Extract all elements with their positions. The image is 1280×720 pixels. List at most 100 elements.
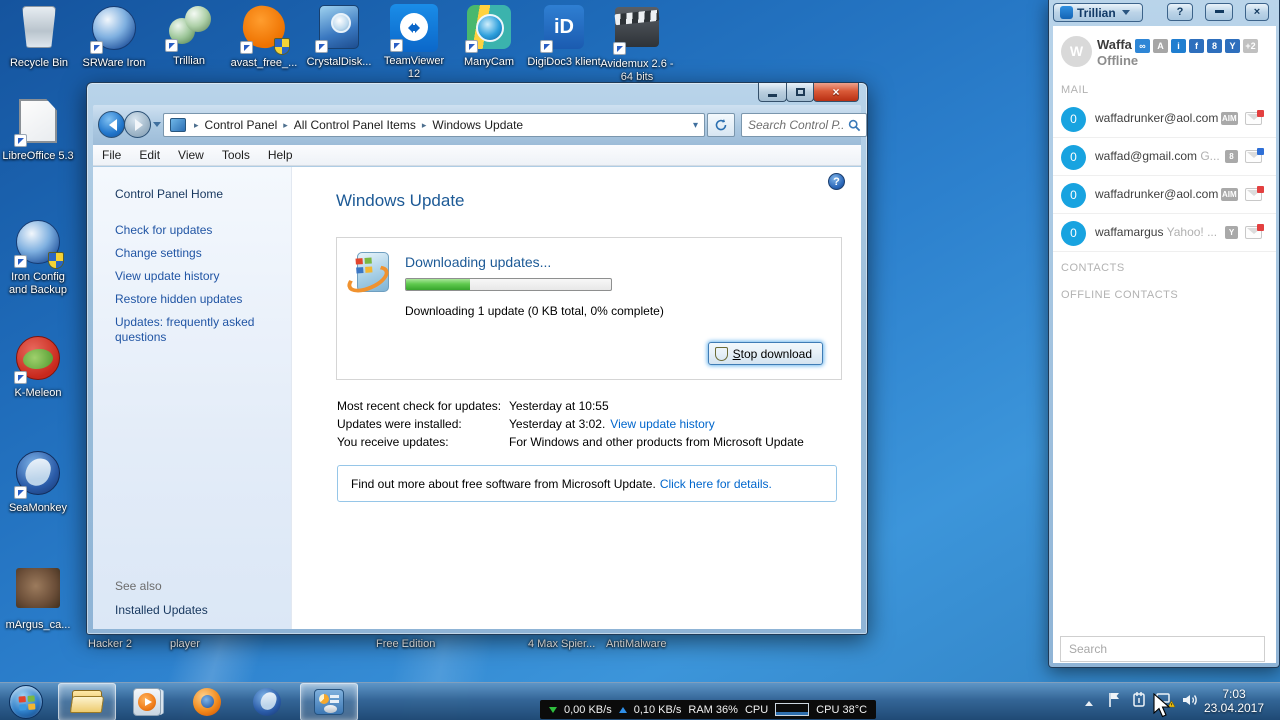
back-button[interactable] <box>98 111 125 138</box>
taskbar-seamonkey-button[interactable] <box>238 683 296 720</box>
trillian-menu-button[interactable]: Trillian <box>1053 3 1143 22</box>
astra-service-icon[interactable]: A <box>1153 39 1168 53</box>
mail-envelope-icon <box>1245 110 1264 125</box>
maximize-button[interactable] <box>786 83 814 102</box>
stop-download-button[interactable]: Stop download <box>707 342 823 365</box>
desktop-icon-teamviewer[interactable]: TeamViewer 12 <box>377 4 451 81</box>
avatar[interactable]: W <box>1061 36 1092 67</box>
sidebar-updates-faq[interactable]: Updates: frequently asked questions <box>115 315 283 345</box>
menu-help[interactable]: Help <box>259 148 302 162</box>
start-button[interactable] <box>9 685 43 719</box>
desktop-icon-margus[interactable]: mArgus_ca... <box>1 565 75 632</box>
forward-arrow-icon <box>135 119 149 131</box>
desktop-icon-srware-iron[interactable]: SRWare Iron <box>77 4 151 70</box>
mail-item[interactable]: 0 waffamargus Yahoo! ... Y <box>1053 214 1276 252</box>
taskbar-control-panel-button[interactable] <box>300 683 358 720</box>
sidebar-control-panel-home[interactable]: Control Panel Home <box>115 187 223 201</box>
shield-icon <box>48 252 64 269</box>
desktop-icon-libreoffice[interactable]: LibreOffice 5.3 <box>1 98 75 163</box>
desktop-icon-label[interactable]: Hacker 2 <box>88 638 132 650</box>
mail-item[interactable]: 0 waffadrunker@aol.com AIM <box>1053 100 1276 138</box>
power-plug-icon[interactable] <box>1130 690 1148 710</box>
address-dropdown-icon[interactable]: ▾ <box>693 120 700 131</box>
menu-file[interactable]: File <box>93 148 130 162</box>
status-heading: Downloading updates... <box>405 254 552 270</box>
trillian-search-input[interactable] <box>1067 638 1257 660</box>
breadcrumb-all-items[interactable]: All Control Panel Items <box>294 118 416 132</box>
windows-update-icon <box>343 250 395 298</box>
menu-edit[interactable]: Edit <box>130 148 169 162</box>
refresh-button[interactable] <box>707 113 735 137</box>
trillian-help-button[interactable]: ? <box>1167 3 1193 21</box>
desktop-icon-avast[interactable]: avast_free_... <box>227 3 301 70</box>
menu-view[interactable]: View <box>169 148 213 162</box>
yahoo-service-icon[interactable]: Y <box>1225 39 1240 53</box>
banner-details-link[interactable]: Click here for details. <box>660 477 772 491</box>
mail-item[interactable]: 0 waffad@gmail.com G... 8 <box>1053 138 1276 176</box>
search-input[interactable] <box>746 115 846 135</box>
more-services-badge[interactable]: +2 <box>1243 39 1258 53</box>
desktop-icon-label[interactable]: 4 Max Spier... <box>528 638 595 650</box>
breadcrumb-control-panel[interactable]: Control Panel <box>205 118 278 132</box>
desktop-icon-manycam[interactable]: ManyCam <box>452 4 526 69</box>
mail-item[interactable]: 0 waffadrunker@aol.com AIM <box>1053 176 1276 214</box>
desktop-icon-recycle-bin[interactable]: Recycle Bin <box>2 4 76 70</box>
breadcrumb-windows-update[interactable]: Windows Update <box>432 118 523 132</box>
recent-pages-dropdown[interactable] <box>153 122 161 131</box>
desktop-icon-avidemux[interactable]: Avidemux 2.6 - 64 bits <box>600 4 674 84</box>
desktop-icon-trillian[interactable]: Trillian <box>152 4 226 68</box>
mail-envelope-icon <box>1245 224 1264 239</box>
upload-arrow-icon <box>618 703 627 713</box>
margus-camera-icon <box>16 568 60 608</box>
forward-button[interactable] <box>124 111 151 138</box>
stop-download-label: Stop download <box>732 346 812 361</box>
network-warning-icon[interactable] <box>1155 690 1176 710</box>
taskbar-clock[interactable]: 7:03 23.04.2017 <box>1198 687 1270 715</box>
sidebar-view-update-history[interactable]: View update history <box>115 269 283 284</box>
taskbar-media-player-button[interactable] <box>118 683 176 720</box>
windows-update-window: × ▸ Control Panel ▸ All Control Panel It… <box>86 82 868 635</box>
sidebar-check-for-updates[interactable]: Check for updates <box>115 223 283 238</box>
sidebar-change-settings[interactable]: Change settings <box>115 246 283 261</box>
trillian-close-button[interactable]: × <box>1245 3 1269 21</box>
desktop-icon-label[interactable]: AntiMalware <box>606 638 667 650</box>
firefox-icon <box>193 688 221 716</box>
desktop-icon-label[interactable]: Free Edition <box>376 638 435 650</box>
system-tray <box>1080 690 1198 710</box>
desktop-icon-crystaldisk[interactable]: CrystalDisk... <box>302 4 376 69</box>
menu-tools[interactable]: Tools <box>213 148 259 162</box>
trillian-minimize-button[interactable] <box>1205 3 1233 21</box>
control-panel-icon <box>170 118 186 132</box>
contacts-section-header[interactable]: CONTACTS <box>1061 262 1125 274</box>
close-button[interactable]: × <box>813 83 859 102</box>
system-monitor-widget[interactable]: 0,00 KB/s 0,10 KB/s RAM 36% CPU CPU 38°C <box>540 700 877 719</box>
refresh-icon <box>715 119 727 131</box>
cpu-label: CPU <box>744 703 769 716</box>
desktop-icon-kmeleon[interactable]: K-Meleon <box>1 335 75 400</box>
taskbar-explorer-button[interactable] <box>58 683 116 720</box>
sidebar-restore-hidden-updates[interactable]: Restore hidden updates <box>115 292 283 307</box>
show-hidden-icons-button[interactable] <box>1080 690 1098 710</box>
volume-icon[interactable] <box>1180 690 1198 710</box>
desktop-icon-label[interactable]: player <box>170 638 200 650</box>
taskbar-firefox-button[interactable] <box>178 683 236 720</box>
info-row-installed: Updates were installed: Yesterday at 3:0… <box>337 417 715 431</box>
sidebar-installed-updates[interactable]: Installed Updates <box>115 603 208 617</box>
icq-service-icon[interactable]: i <box>1171 39 1186 53</box>
seamonkey-icon <box>253 688 281 716</box>
trillian-service-icon[interactable]: ∞ <box>1135 39 1150 53</box>
action-center-flag-icon[interactable] <box>1105 690 1123 710</box>
view-update-history-link[interactable]: View update history <box>610 417 715 431</box>
user-status[interactable]: Offline <box>1097 53 1138 68</box>
google-service-icon[interactable]: 8 <box>1207 39 1222 53</box>
desktop-icon-seamonkey[interactable]: SeaMonkey <box>1 450 75 515</box>
minimize-button[interactable] <box>758 83 787 102</box>
banner-text: Find out more about free software from M… <box>351 476 656 491</box>
minimize-icon <box>768 93 777 97</box>
clock-time: 7:03 <box>1222 687 1246 701</box>
help-button[interactable]: ? <box>828 173 845 190</box>
desktop-icon-iron-config[interactable]: Iron Config and Backup <box>1 218 75 297</box>
offline-contacts-section-header[interactable]: OFFLINE CONTACTS <box>1061 289 1178 301</box>
desktop-icon-digidoc[interactable]: iD DigiDoc3 klient <box>527 4 601 69</box>
facebook-service-icon[interactable]: f <box>1189 39 1204 53</box>
